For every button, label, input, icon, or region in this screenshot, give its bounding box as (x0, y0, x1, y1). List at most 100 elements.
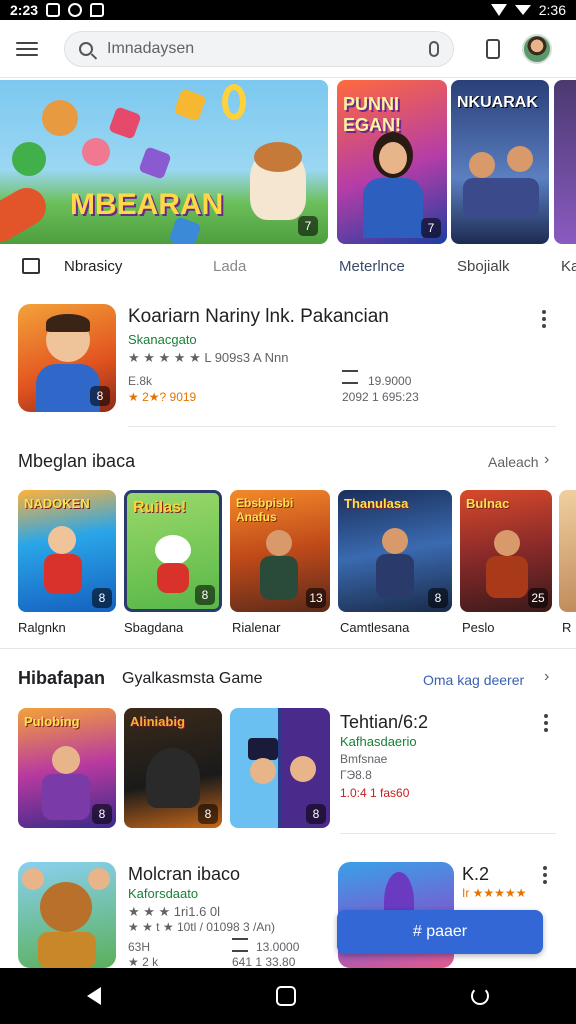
chevron-right-icon[interactable]: › (544, 668, 549, 686)
tab-1[interactable]: Nbrasicy (64, 258, 122, 275)
character-art (486, 556, 528, 598)
section-2-subtitle: Gyalkasmsta Game (122, 670, 263, 687)
game-card-4-title: Thanulasa (344, 496, 409, 511)
game-card-5-title: Bulnac (466, 496, 510, 511)
bottom-app-size: 63H (128, 940, 151, 954)
crayon-art (0, 181, 53, 244)
featured-app[interactable]: 8 Koariarn Nariny lnk. Pakancian Skanacg… (18, 304, 558, 416)
section-2-link[interactable]: Oma kag deerer (423, 672, 524, 688)
character-art (146, 748, 200, 808)
tab-3[interactable]: Meterlnce (339, 258, 405, 275)
character-art (82, 138, 110, 166)
status-clock: 2:36 (538, 2, 566, 18)
sync-icon (68, 3, 83, 17)
game-card-5[interactable]: Bulnac 25 (460, 490, 552, 612)
featured-app-developer: Skanacgato (128, 332, 197, 347)
banner-2-title: PUNNI EGAN! (343, 94, 401, 135)
bottom-app-icon[interactable] (18, 862, 116, 968)
device-icon[interactable] (486, 38, 500, 59)
character-art (38, 932, 96, 968)
dice-icon (138, 146, 172, 180)
bottom-app-stars: ★ 2 k (128, 955, 159, 969)
game-card-2[interactable]: Ruilas! 8 (124, 490, 222, 612)
character-art (52, 746, 80, 774)
section-2-app-price: 1.0:4 1 fas60 (340, 786, 410, 800)
character-art (494, 530, 520, 556)
divider (0, 648, 576, 649)
tab-4[interactable]: Sbojialk (457, 258, 510, 275)
character-art (88, 868, 110, 890)
bottom-app-menu[interactable] (543, 866, 547, 884)
section-2-card-2[interactable]: Aliniabig 8 (124, 708, 222, 828)
game-card-1-badge: 8 (92, 588, 112, 608)
dice-icon (173, 88, 207, 122)
featured-app-menu[interactable] (542, 310, 546, 328)
game-card-1-label: Ralgnkn (18, 620, 66, 635)
menu-icon[interactable] (16, 41, 38, 56)
section-2-app-developer: Kafhasdaerio (340, 734, 417, 749)
game-card-1[interactable]: NADOKEN 8 (18, 490, 116, 612)
search-bar[interactable]: Imnadaysen (64, 30, 454, 67)
avatar[interactable] (522, 33, 552, 64)
banner-3[interactable]: NKUARAK (451, 80, 549, 244)
character-art (463, 178, 539, 218)
divider (128, 426, 556, 427)
game-card-4-badge: 8 (428, 588, 448, 608)
action-button[interactable]: # paaer (337, 910, 543, 954)
tab-2[interactable]: Lada (213, 258, 246, 275)
game-card-1-title: NADOKEN (24, 496, 90, 511)
section-2-card-1-badge: 8 (92, 804, 112, 824)
bottom-app-rating-2: ★ ★ t ★ 10tl / 01098 3 /An) (128, 920, 276, 934)
side-app-stars: Ir ★★★★★ (462, 886, 527, 900)
bottom-app-title: Molcran ibaco (128, 864, 241, 884)
search-placeholder: Imnadaysen (107, 39, 195, 57)
chevron-right-icon[interactable]: › (544, 451, 549, 469)
character-art (290, 756, 316, 782)
notification-icon (46, 3, 61, 17)
character-art (363, 178, 423, 238)
section-2-title: Hibafapan (18, 668, 106, 688)
section-1-link[interactable]: Aaleach (488, 454, 539, 470)
character-art (248, 738, 278, 760)
section-2-app-size: ГЭ8.8 (340, 768, 372, 782)
game-card-3-badge: 13 (306, 588, 326, 608)
top-bar: Imnadaysen (0, 20, 576, 78)
tab-5[interactable]: Ka (561, 258, 576, 275)
divider (340, 833, 556, 834)
game-card-3[interactable]: Ebsbpisbi Anafus 13 (230, 490, 330, 612)
banner-1[interactable]: MBEARAN 7 (0, 80, 328, 244)
section-2-card-3[interactable]: 8 (230, 708, 330, 828)
game-card-6[interactable] (559, 490, 576, 612)
banner-4[interactable] (554, 80, 576, 244)
character-art (382, 528, 408, 554)
game-card-5-badge: 25 (528, 588, 548, 608)
bottom-app-stat-2: 641 1 33.80 (232, 955, 296, 969)
banner-2[interactable]: PUNNI EGAN! 7 (337, 80, 447, 244)
game-card-4[interactable]: Thanulasa 8 (338, 490, 452, 612)
stat-icon (232, 938, 248, 952)
character-art (22, 868, 44, 890)
recents-icon[interactable] (470, 987, 489, 1005)
mic-icon[interactable] (429, 40, 439, 57)
section-2-card-1[interactable]: Pulobing 8 (18, 708, 116, 828)
section-2-app-menu[interactable] (544, 714, 548, 732)
bottom-app-developer: Kaforsdaato (128, 886, 199, 901)
character-art (157, 563, 189, 593)
featured-app-stat-2: 2092 1 695:23 (342, 390, 419, 404)
wifi-icon (490, 4, 507, 16)
character-art (260, 556, 298, 600)
character-art (254, 142, 302, 172)
game-card-4-label: Camtlesana (340, 620, 410, 635)
bottom-app-stat-1: 13.0000 (256, 940, 300, 954)
section-2-app-tag: Bmfsnae (340, 752, 388, 766)
section-2-card-2-title: Aliniabig (130, 714, 185, 729)
section-2-card-2-badge: 8 (198, 804, 218, 824)
section-2-app[interactable]: Tehtian/6:2 Kafhasdaerio Bmfsnae ГЭ8.8 1… (340, 708, 560, 828)
ring-art (222, 84, 246, 120)
home-icon[interactable] (275, 986, 296, 1006)
featured-app-badge: 8 (90, 386, 110, 406)
featured-app-stat-1: 19.9000 (368, 374, 412, 388)
game-card-5-label: Peslo (462, 620, 495, 635)
back-icon[interactable] (87, 987, 102, 1005)
section-1-title: Mbeglan ibaca (18, 451, 136, 471)
